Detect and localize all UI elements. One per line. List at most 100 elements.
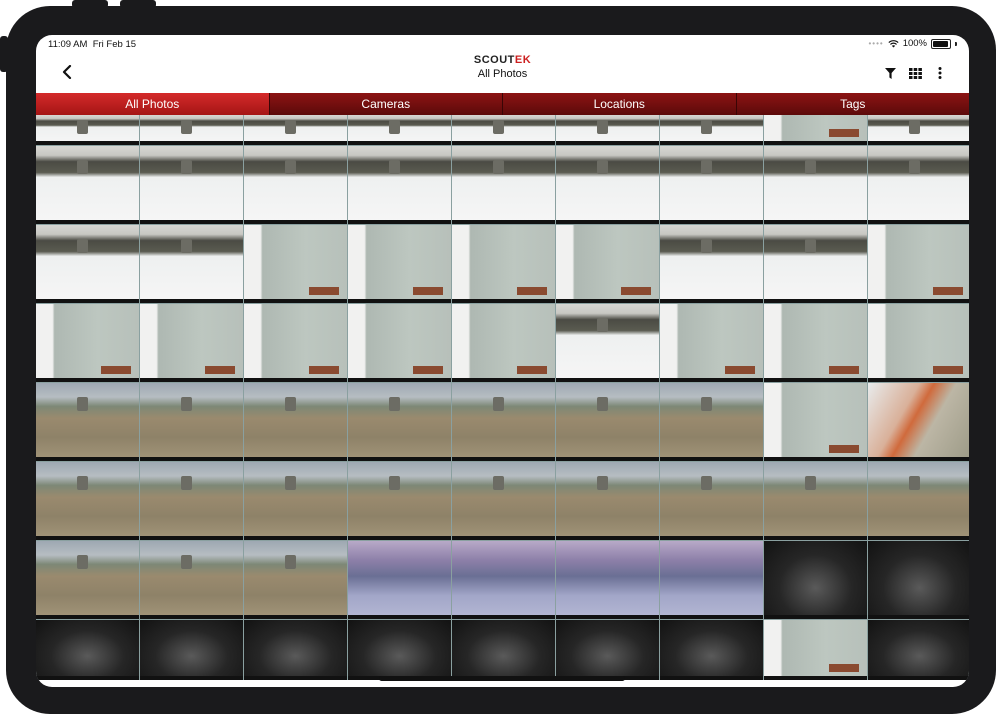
- status-time: 11:09 AM: [48, 39, 88, 50]
- photo-thumbnail[interactable]: [660, 304, 763, 382]
- photo-thumbnail[interactable]: [348, 304, 451, 382]
- photo-thumbnail[interactable]: [556, 620, 659, 680]
- logo-suffix: EK: [514, 54, 532, 66]
- photo-thumbnail[interactable]: [348, 462, 451, 540]
- photo-thumbnail[interactable]: [868, 541, 969, 619]
- photo-thumbnail[interactable]: [244, 541, 347, 619]
- photo-thumbnail[interactable]: [140, 304, 243, 382]
- photo-thumbnail[interactable]: [764, 304, 867, 382]
- page-title: All Photos: [477, 68, 528, 80]
- photo-thumbnail[interactable]: [348, 115, 451, 145]
- photo-thumbnail[interactable]: [452, 146, 555, 224]
- photo-thumbnail[interactable]: [244, 304, 347, 382]
- photo-thumbnail[interactable]: [452, 541, 555, 619]
- photo-thumbnail[interactable]: [660, 462, 763, 540]
- home-indicator[interactable]: [379, 676, 625, 681]
- filter-button[interactable]: [883, 66, 897, 80]
- top-button-right: [120, 0, 156, 8]
- photo-thumbnail[interactable]: [660, 620, 763, 680]
- photo-thumbnail[interactable]: [556, 383, 659, 461]
- photo-thumbnail[interactable]: [348, 225, 451, 303]
- photo-thumbnail[interactable]: [868, 383, 969, 461]
- photo-thumbnail[interactable]: [140, 541, 243, 619]
- photo-thumbnail[interactable]: [36, 541, 139, 619]
- photo-thumbnail[interactable]: [452, 383, 555, 461]
- battery-tip: [955, 41, 957, 46]
- photo-thumbnail[interactable]: [868, 225, 969, 303]
- grid-view-button[interactable]: [908, 66, 922, 80]
- photo-thumbnail[interactable]: [660, 225, 763, 303]
- photo-thumbnail[interactable]: [36, 115, 139, 145]
- photo-thumbnail[interactable]: [244, 383, 347, 461]
- photo-thumbnail[interactable]: [140, 225, 243, 303]
- photo-thumbnail[interactable]: [348, 620, 451, 680]
- status-date: Fri Feb 15: [92, 39, 137, 50]
- photo-thumbnail[interactable]: [452, 304, 555, 382]
- photo-thumbnail[interactable]: [36, 620, 139, 680]
- photo-thumbnail[interactable]: [868, 146, 969, 224]
- filter-icon: [884, 67, 896, 79]
- photo-thumbnail[interactable]: [764, 146, 867, 224]
- photo-thumbnail[interactable]: [660, 146, 763, 224]
- wifi-icon: [888, 40, 899, 48]
- grid-icon: [908, 67, 922, 79]
- photo-thumbnail[interactable]: [452, 115, 555, 145]
- photo-thumbnail[interactable]: [556, 304, 659, 382]
- photo-thumbnail[interactable]: [244, 462, 347, 540]
- photo-thumbnail[interactable]: [868, 620, 969, 680]
- photo-thumbnail[interactable]: [452, 462, 555, 540]
- photo-grid: [36, 115, 969, 680]
- photo-thumbnail[interactable]: [36, 146, 139, 224]
- tab-all-photos[interactable]: All Photos: [36, 93, 270, 115]
- photo-thumbnail[interactable]: [140, 462, 243, 540]
- photo-thumbnail[interactable]: [140, 383, 243, 461]
- tab-cameras[interactable]: Cameras: [269, 93, 503, 115]
- photo-thumbnail[interactable]: [556, 541, 659, 619]
- photo-thumbnail[interactable]: [764, 225, 867, 303]
- side-button: [0, 36, 8, 72]
- photo-thumbnail[interactable]: [660, 383, 763, 461]
- photo-thumbnail[interactable]: [868, 462, 969, 540]
- photo-thumbnail[interactable]: [140, 620, 243, 680]
- photo-thumbnail[interactable]: [36, 304, 139, 382]
- photo-thumbnail[interactable]: [660, 541, 763, 619]
- photo-thumbnail[interactable]: [660, 115, 763, 145]
- photo-thumbnail[interactable]: [868, 304, 969, 382]
- photo-thumbnail[interactable]: [36, 462, 139, 540]
- photo-thumbnail[interactable]: [348, 541, 451, 619]
- app-screen: 11:09 AM Fri Feb 15 •••• 100% SCOUTEK Al…: [36, 35, 969, 687]
- photo-thumbnail[interactable]: [556, 115, 659, 145]
- photo-thumbnail[interactable]: [868, 115, 969, 145]
- photo-thumbnail[interactable]: [140, 115, 243, 145]
- more-icon: [938, 67, 942, 79]
- photo-thumbnail[interactable]: [244, 115, 347, 145]
- status-left: 11:09 AM Fri Feb 15: [48, 39, 136, 50]
- photo-thumbnail[interactable]: [348, 146, 451, 224]
- photo-thumbnail[interactable]: [244, 146, 347, 224]
- tab-bar: All Photos Cameras Locations Tags: [36, 93, 969, 115]
- nav-actions: [883, 66, 947, 80]
- photo-thumbnail[interactable]: [556, 146, 659, 224]
- tab-locations[interactable]: Locations: [503, 93, 737, 115]
- photo-thumbnail[interactable]: [244, 225, 347, 303]
- photo-thumbnail[interactable]: [556, 225, 659, 303]
- photo-thumbnail[interactable]: [764, 620, 867, 680]
- photo-thumbnail[interactable]: [348, 383, 451, 461]
- photo-thumbnail[interactable]: [764, 541, 867, 619]
- battery-percent: 100%: [902, 38, 927, 49]
- photo-thumbnail[interactable]: [244, 620, 347, 680]
- status-right: •••• 100%: [868, 38, 957, 49]
- photo-thumbnail[interactable]: [452, 225, 555, 303]
- photo-thumbnail[interactable]: [36, 225, 139, 303]
- photo-thumbnail[interactable]: [140, 146, 243, 224]
- photo-thumbnail[interactable]: [36, 383, 139, 461]
- scoutek-logo: SCOUTEK: [36, 54, 969, 66]
- status-bar: 11:09 AM Fri Feb 15 •••• 100%: [36, 35, 969, 55]
- more-button[interactable]: [933, 66, 947, 80]
- photo-thumbnail[interactable]: [452, 620, 555, 680]
- photo-thumbnail[interactable]: [764, 115, 867, 145]
- photo-thumbnail[interactable]: [764, 462, 867, 540]
- tab-tags[interactable]: Tags: [736, 93, 969, 115]
- photo-thumbnail[interactable]: [556, 462, 659, 540]
- photo-thumbnail[interactable]: [764, 383, 867, 461]
